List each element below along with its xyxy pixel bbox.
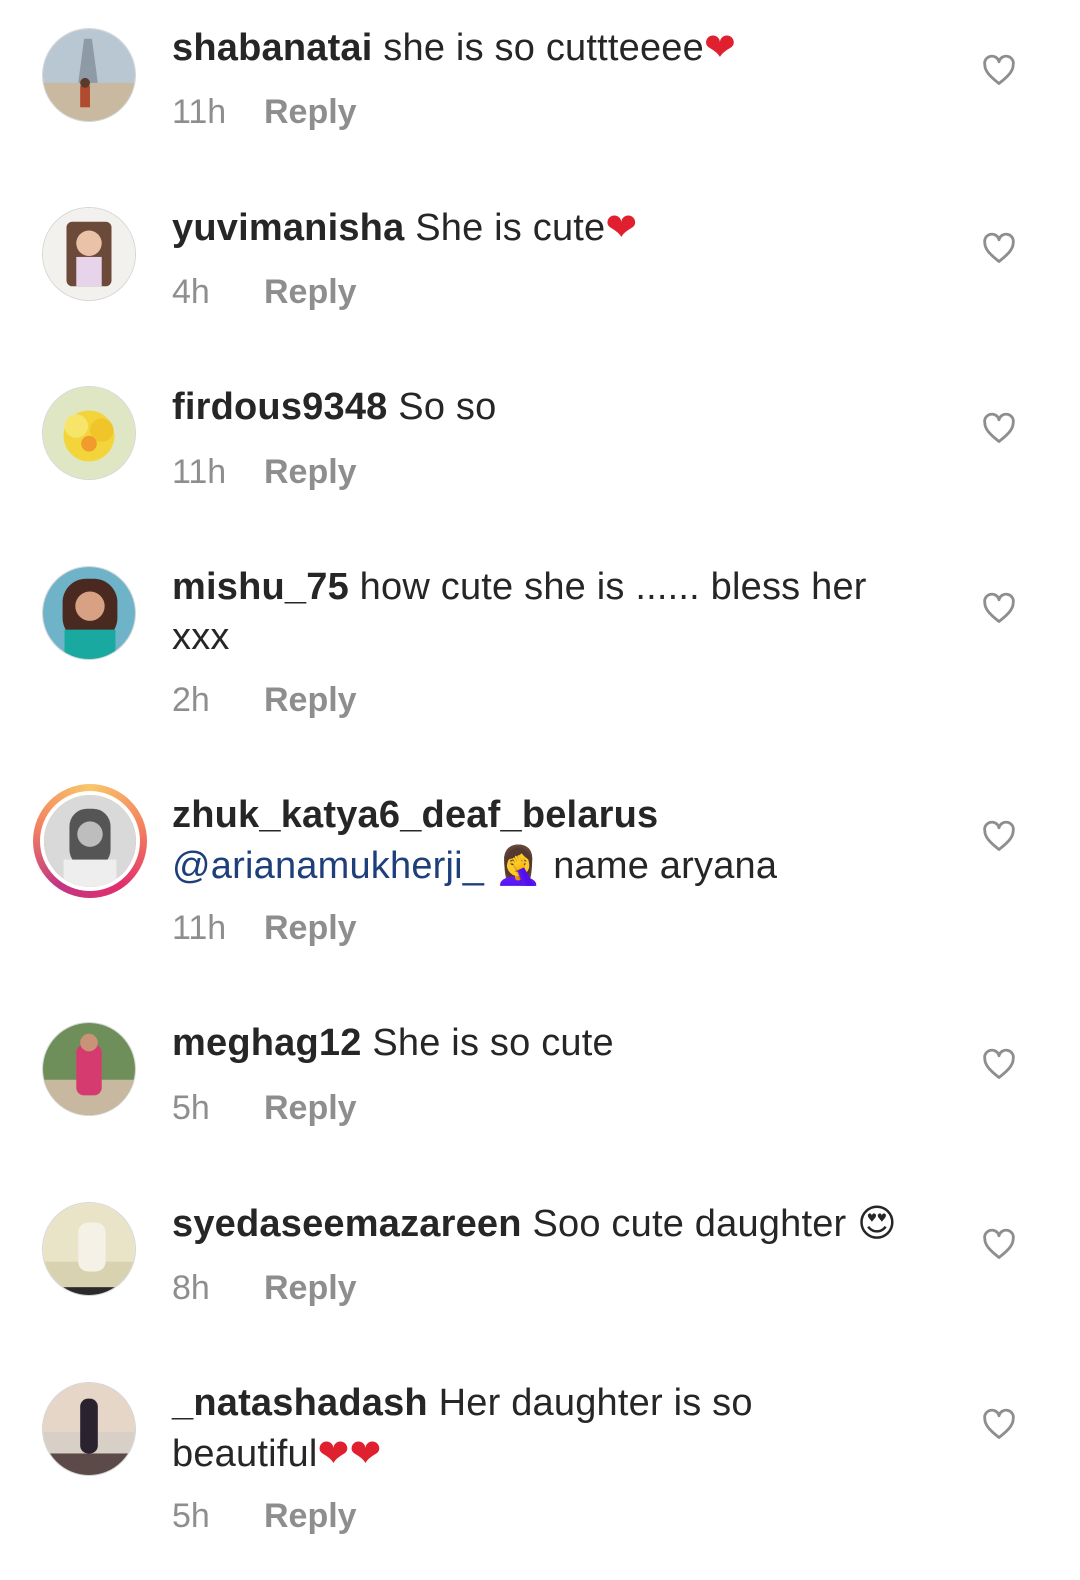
reply-button[interactable]: Reply <box>264 1269 357 1307</box>
comment-text: firdous9348 So so <box>172 382 942 432</box>
comment-text: yuvimanisha She is cute❤ <box>172 202 942 253</box>
avatar-image <box>43 567 135 659</box>
mention-link[interactable]: @arianamukherji_ <box>172 845 484 887</box>
comment-time: 11h <box>172 453 227 491</box>
comment-username[interactable]: firdous9348 <box>172 386 388 428</box>
avatar[interactable] <box>42 1202 136 1296</box>
heart-outline-icon[interactable] <box>982 54 1016 86</box>
comment-meta: 4h Reply <box>172 272 357 312</box>
avatar-image <box>43 1023 135 1115</box>
avatar[interactable] <box>42 207 136 301</box>
comment-meta: 5h Reply <box>172 1088 357 1128</box>
comment-time: 11h <box>172 93 227 131</box>
comment-body: She is so cute <box>372 1022 614 1064</box>
reply-button[interactable]: Reply <box>264 93 357 131</box>
comment-text: syedaseemazareen Soo cute daughter 😍 <box>172 1198 942 1249</box>
comment-text: zhuk_katya6_deaf_belarus @arianamukherji… <box>172 790 942 891</box>
comment-text: shabanatai she is so cuttteeee❤ <box>172 22 942 73</box>
comment-body: Her daughter is so <box>438 1382 753 1424</box>
comment-username[interactable]: zhuk_katya6_deaf_belarus <box>172 794 658 836</box>
comment-body-line2: xxx <box>172 616 230 658</box>
heart-outline-icon[interactable] <box>982 232 1016 264</box>
comment-meta: 11h Reply <box>172 908 357 948</box>
hearts-emoji: ❤❤ <box>317 1431 382 1475</box>
avatar[interactable] <box>42 386 136 480</box>
avatar-image <box>43 29 135 121</box>
comment-body: She is cute <box>415 207 606 249</box>
comment-time: 5h <box>172 1089 210 1127</box>
heart-emoji: ❤ <box>703 25 737 69</box>
comment-meta: 11h Reply <box>172 452 357 492</box>
avatar-with-story-ring[interactable] <box>33 784 147 898</box>
avatar-image <box>43 208 135 300</box>
comment-text: meghag12 She is so cute <box>172 1018 942 1068</box>
heart-outline-icon[interactable] <box>982 1048 1016 1080</box>
facepalm-emoji: 🤦‍♀️ <box>494 843 543 887</box>
comment-username[interactable]: _natashadash <box>172 1382 428 1424</box>
comment-time: 4h <box>172 273 210 311</box>
reply-button[interactable]: Reply <box>264 1089 357 1127</box>
comment-meta: 5h Reply <box>172 1496 357 1536</box>
heart-outline-icon[interactable] <box>982 1408 1016 1440</box>
comment-username[interactable]: mishu_75 <box>172 566 349 608</box>
comment-body-line2: beautiful <box>172 1433 318 1475</box>
reply-button[interactable]: Reply <box>264 909 357 947</box>
comment-body: So so <box>398 386 497 428</box>
comment-username[interactable]: yuvimanisha <box>172 207 404 249</box>
heart-eyes-emoji: 😍 <box>857 1201 897 1245</box>
comment-username[interactable]: shabanatai <box>172 27 373 69</box>
comment-meta: 11h Reply <box>172 92 357 132</box>
avatar-image <box>43 1383 135 1475</box>
comment-time: 5h <box>172 1497 210 1535</box>
comment-time: 2h <box>172 681 210 719</box>
heart-outline-icon[interactable] <box>982 412 1016 444</box>
heart-emoji: ❤ <box>605 205 638 249</box>
reply-button[interactable]: Reply <box>264 681 357 719</box>
reply-button[interactable]: Reply <box>264 1497 357 1535</box>
comment-body: she is so cuttteeee <box>383 27 704 69</box>
comment-time: 11h <box>172 909 227 947</box>
comment-meta: 8h Reply <box>172 1268 357 1308</box>
comment-text: _natashadash Her daughter is so beautifu… <box>172 1378 942 1479</box>
avatar[interactable] <box>42 566 136 660</box>
avatar[interactable] <box>42 28 136 122</box>
avatar-image <box>43 387 135 479</box>
comment-username[interactable]: syedaseemazareen <box>172 1203 522 1245</box>
reply-button[interactable]: Reply <box>264 273 357 311</box>
avatar[interactable] <box>42 1382 136 1476</box>
reply-button[interactable]: Reply <box>264 453 357 491</box>
heart-outline-icon[interactable] <box>982 820 1016 852</box>
comment-body: Soo cute daughter <box>532 1203 847 1245</box>
comment-time: 8h <box>172 1269 210 1307</box>
comment-body: how cute she is ...... bless her <box>359 566 867 608</box>
comment-body: name aryana <box>553 845 778 887</box>
avatar[interactable] <box>42 1022 136 1116</box>
comments-list: shabanatai she is so cuttteeee❤ 11h Reply… <box>0 0 1080 1580</box>
heart-outline-icon[interactable] <box>982 592 1016 624</box>
comment-text: mishu_75 how cute she is ...... bless he… <box>172 562 942 662</box>
heart-outline-icon[interactable] <box>982 1228 1016 1260</box>
avatar-image <box>43 1203 135 1295</box>
comment-username[interactable]: meghag12 <box>172 1022 362 1064</box>
avatar-image <box>44 795 136 887</box>
comment-meta: 2h Reply <box>172 680 357 720</box>
